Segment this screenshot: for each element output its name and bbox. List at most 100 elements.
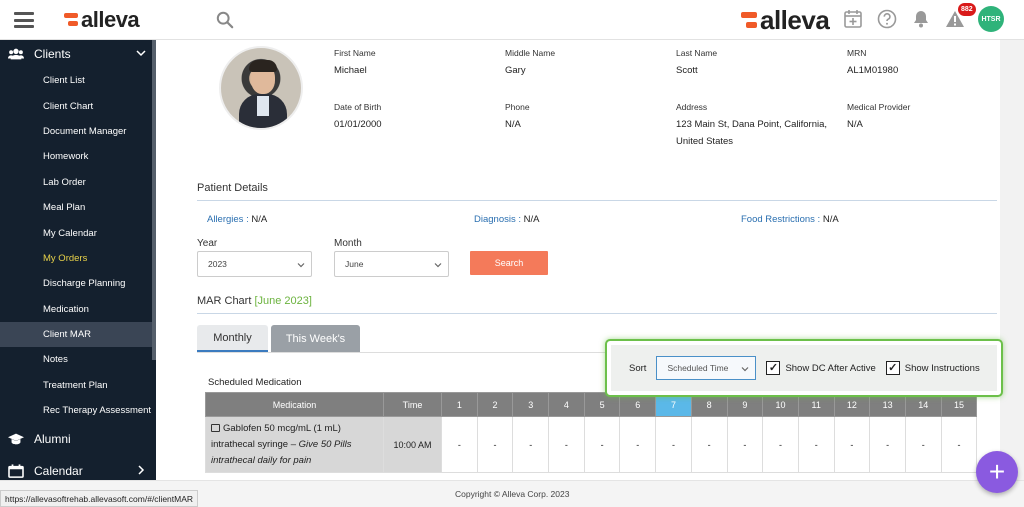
sidebar-section-calendar[interactable]: Calendar — [0, 457, 156, 480]
add-button[interactable]: + — [976, 451, 1018, 493]
administration-cell[interactable]: - — [940, 416, 978, 473]
client-photo — [219, 46, 303, 130]
notification-badge: 882 — [957, 2, 977, 17]
administration-cell[interactable]: - — [441, 416, 478, 473]
section-divider — [197, 200, 997, 201]
main-scrollbar[interactable] — [1000, 40, 1024, 480]
mar-table: Medication Time 1 2 3 4 5 6 7 8 9 10 11 12 13 14 15 Gabl… — [205, 392, 978, 473]
chevron-down-icon — [742, 367, 749, 372]
sidebar-item-my-orders[interactable]: My Orders — [0, 246, 156, 271]
sidebar-item-my-calendar[interactable]: My Calendar — [0, 220, 156, 245]
calendar-icon — [8, 464, 24, 479]
user-avatar[interactable]: HTSR — [978, 6, 1004, 32]
sidebar-item-rec-therapy-assessment[interactable]: Rec Therapy Assessment — [0, 398, 156, 423]
administration-cell[interactable]: - — [548, 416, 585, 473]
sidebar-section-clients[interactable]: Clients — [0, 40, 156, 68]
allergies-value: N/A — [248, 214, 268, 225]
sidebar-item-medication[interactable]: Medication — [0, 297, 156, 322]
show-instructions-label[interactable]: Show Instructions — [905, 363, 980, 374]
month-select-value: June — [345, 259, 364, 269]
medication-instruction-cont: intrathecal daily for pain — [211, 454, 312, 466]
mrn-label: MRN — [847, 48, 867, 58]
sidebar-item-client-list[interactable]: Client List — [0, 68, 156, 93]
sidebar-item-notes[interactable]: Notes — [0, 347, 156, 372]
search-button[interactable]: Search — [470, 251, 548, 275]
chevron-down-icon — [434, 263, 442, 268]
administration-cell[interactable]: - — [904, 416, 942, 473]
sort-select[interactable]: Scheduled Time — [656, 356, 757, 380]
show-dc-label[interactable]: Show DC After Active — [785, 363, 875, 374]
sidebar-item-treatment-plan[interactable]: Treatment Plan — [0, 373, 156, 398]
administration-cell[interactable]: - — [762, 416, 799, 473]
column-header-day[interactable]: 1 — [441, 392, 478, 417]
column-header-day[interactable]: 3 — [512, 392, 550, 417]
diagnosis-label[interactable]: Diagnosis : — [474, 214, 521, 225]
administration-cell[interactable]: - — [655, 416, 692, 473]
middle-name-label: Middle Name — [505, 48, 556, 58]
column-header-medication: Medication — [205, 392, 384, 417]
medication-instruction: Give 50 Pills — [298, 438, 352, 450]
administration-cell[interactable]: - — [869, 416, 906, 473]
sidebar-section-label: Clients — [34, 47, 71, 61]
sidebar-item-lab-order[interactable]: Lab Order — [0, 170, 156, 195]
sidebar-section-alumni[interactable]: Alumni — [0, 425, 156, 453]
administration-cell[interactable]: - — [797, 416, 835, 473]
section-divider — [197, 313, 997, 314]
sidebar-item-discharge-planning[interactable]: Discharge Planning — [0, 271, 156, 296]
chevron-down-icon — [297, 263, 305, 268]
bell-icon[interactable] — [910, 8, 932, 30]
diagnosis-field[interactable]: Diagnosis : N/A — [474, 214, 539, 225]
administration-cell[interactable]: - — [476, 416, 514, 473]
patient-details-title: Patient Details — [197, 182, 268, 194]
sidebar-section-label: Calendar — [34, 464, 83, 479]
middle-name-value: Gary — [505, 65, 526, 76]
show-dc-checkbox[interactable]: ✓ — [766, 361, 781, 375]
first-name-value: Michael — [334, 65, 367, 76]
month-label: Month — [334, 238, 362, 249]
sidebar-item-document-manager[interactable]: Document Manager — [0, 119, 156, 144]
briefcase-medical-icon — [211, 423, 220, 432]
administration-cell[interactable]: - — [833, 416, 871, 473]
year-select[interactable]: 2023 — [197, 251, 312, 277]
sidebar-item-client-mar[interactable]: Client MAR — [0, 321, 156, 348]
sidebar-item-homework[interactable]: Homework — [0, 144, 156, 169]
sidebar: Clients Client List Client Chart Document … — [0, 40, 156, 480]
month-select[interactable]: June — [334, 251, 449, 277]
mar-title-text: MAR Chart — [197, 295, 255, 307]
menu-icon[interactable] — [14, 12, 34, 28]
address-label: Address — [676, 102, 708, 112]
mar-chart-title: MAR Chart [June 2023] — [197, 295, 312, 307]
food-restrictions-label[interactable]: Food Restrictions : — [741, 214, 820, 225]
calendar-add-icon[interactable] — [842, 8, 864, 30]
dob-label: Date of Birth — [334, 102, 382, 112]
mar-filter-bar: Sort Scheduled Time ✓ Show DC After Acti… — [605, 339, 1003, 397]
table-row: Gablofen 50 mcg/mL (1 mL) intrathecal syr… — [205, 416, 978, 473]
administration-cell[interactable]: - — [619, 416, 657, 473]
medication-cell[interactable]: Gablofen 50 mcg/mL (1 mL) intrathecal syr… — [205, 416, 384, 473]
column-header-day[interactable]: 4 — [548, 392, 585, 417]
phone-label: Phone — [505, 102, 530, 112]
mrn-value: AL1M01980 — [847, 65, 899, 76]
sort-select-value: Scheduled Time — [667, 363, 729, 373]
year-label: Year — [197, 238, 218, 249]
administration-cell[interactable]: - — [583, 416, 621, 473]
tab-this-week[interactable]: This Week's — [271, 325, 360, 352]
users-icon — [8, 48, 24, 60]
administration-cell[interactable]: - — [690, 416, 728, 473]
show-instructions-checkbox[interactable]: ✓ — [885, 361, 900, 375]
brand-logo: alleva — [741, 5, 830, 36]
administration-cell[interactable]: - — [726, 416, 764, 473]
administration-cell[interactable]: - — [512, 416, 550, 473]
sidebar-item-client-chart[interactable]: Client Chart — [0, 93, 156, 118]
allergies-field[interactable]: Allergies : N/A — [207, 214, 267, 225]
alleva-logo-icon — [64, 12, 78, 28]
top-bar: alleva alleva HTSR 882 — [0, 0, 1024, 40]
food-restrictions-field[interactable]: Food Restrictions : N/A — [741, 214, 839, 225]
app-logo[interactable]: alleva — [64, 7, 140, 33]
column-header-day[interactable]: 2 — [476, 392, 514, 417]
allergies-label[interactable]: Allergies : — [207, 214, 249, 225]
help-icon[interactable] — [876, 8, 898, 30]
tab-monthly[interactable]: Monthly — [197, 325, 268, 352]
sidebar-item-meal-plan[interactable]: Meal Plan — [0, 195, 156, 220]
search-icon[interactable] — [216, 11, 234, 29]
